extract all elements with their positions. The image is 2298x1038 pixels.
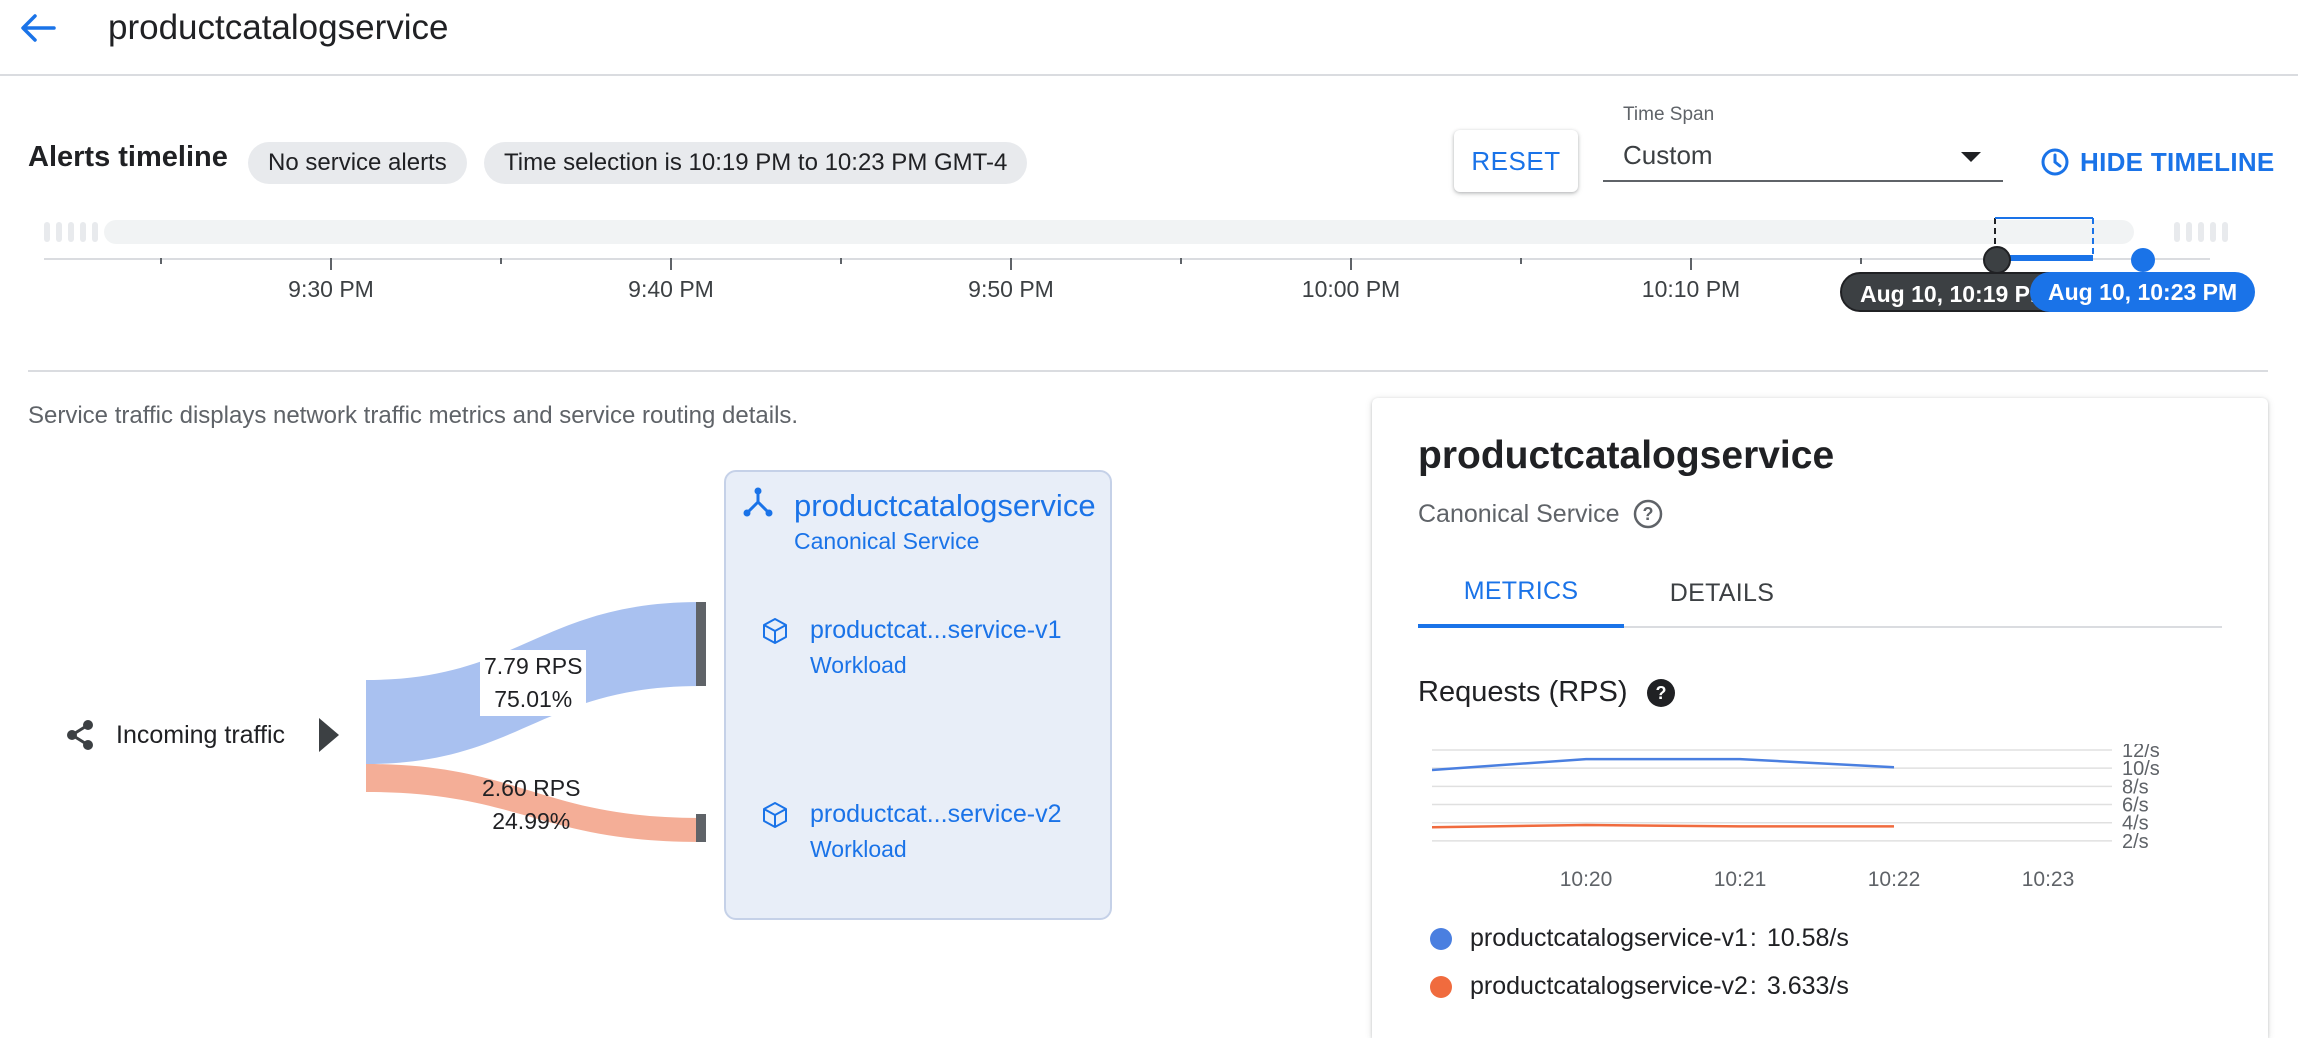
timeline-major-tick bbox=[1350, 258, 1352, 270]
share-icon bbox=[67, 720, 93, 750]
clock-icon bbox=[2041, 148, 2069, 176]
service-alerts-chip: No service alerts bbox=[248, 142, 467, 184]
workload-v1-type: Workload bbox=[810, 652, 907, 678]
expand-arrow-icon bbox=[319, 718, 340, 752]
alerts-timeline-title: Alerts timeline bbox=[28, 141, 228, 173]
requests-line-chart: 12/s10/s8/s6/s4/s2/s10:20 10:21 10:22 10:23 bbox=[1432, 744, 2160, 891]
timeline-track[interactable] bbox=[104, 220, 2134, 244]
workload-cube-icon bbox=[763, 618, 787, 644]
chart-x-tick-label: 10:23 bbox=[2022, 868, 2075, 891]
flow-v2-rps: 2.60 RPS bbox=[482, 775, 581, 801]
incoming-traffic-label: Incoming traffic bbox=[116, 720, 286, 749]
section-divider bbox=[28, 370, 2268, 372]
chart-y-tick-label: 2/s bbox=[2122, 831, 2149, 853]
panel-subtitle: Canonical Service ? bbox=[1418, 498, 1664, 530]
timeline-tick-label: 10:10 PM bbox=[1641, 276, 1741, 302]
timeline-tick-label: 10:00 PM bbox=[1301, 276, 1401, 302]
page-header: productcatalogservice bbox=[0, 0, 2298, 76]
timeline-axis bbox=[44, 258, 2210, 260]
timeline-tick-label: 9:50 PM bbox=[968, 276, 1054, 302]
flow-v2-endcap bbox=[696, 814, 706, 842]
legend-name-v1: productcatalogservice-v1 bbox=[1470, 924, 1748, 952]
canonical-service-node[interactable]: productcatalogservice Canonical Service … bbox=[724, 470, 1112, 920]
flow-v1-pct: 75.01% bbox=[494, 686, 573, 712]
svg-text:?: ? bbox=[1642, 504, 1653, 524]
legend-colon-v1: : bbox=[1749, 924, 1757, 952]
timeline-tick-label: 9:40 PM bbox=[628, 276, 714, 302]
legend-dot-v2 bbox=[1430, 975, 1452, 998]
back-button[interactable] bbox=[14, 6, 62, 50]
timeline-major-tick bbox=[670, 258, 672, 270]
dropdown-caret-icon bbox=[1961, 152, 1981, 162]
flow-v2-pct: 24.99% bbox=[492, 808, 571, 834]
timeline-minor-tick bbox=[1180, 258, 1182, 264]
page-title: productcatalogservice bbox=[108, 8, 449, 47]
timeline-minor-tick bbox=[500, 258, 502, 264]
workload-v1-name[interactable]: productcat...service-v1 bbox=[810, 616, 1062, 645]
panel-subtitle-text: Canonical Service bbox=[1418, 499, 1620, 528]
reset-button[interactable]: RESET bbox=[1454, 130, 1578, 192]
legend-item-v2: productcatalogservice-v2: 3.633/s bbox=[1430, 972, 1849, 1001]
hide-timeline-button[interactable]: HIDE TIMELINE bbox=[2040, 140, 2275, 184]
legend-dot-v1 bbox=[1430, 927, 1452, 950]
workload-v2-type: Workload bbox=[810, 836, 907, 862]
time-span-value: Custom bbox=[1623, 140, 1713, 170]
service-details-panel: productcatalogservice Canonical Service … bbox=[1372, 398, 2268, 1038]
legend-item-v1: productcatalogservice-v1: 10.58/s bbox=[1430, 924, 1849, 953]
tab-metrics[interactable]: METRICS bbox=[1418, 558, 1624, 628]
timeline-major-tick bbox=[330, 258, 332, 270]
chart-x-tick-label: 10:21 bbox=[1714, 868, 1767, 891]
time-span-label: Time Span bbox=[1623, 104, 1715, 125]
legend-value-v2: 3.633/s bbox=[1766, 972, 1849, 1000]
help-outline-icon[interactable]: ? bbox=[1632, 498, 1664, 530]
timeline-end-handle[interactable] bbox=[2131, 248, 2155, 272]
help-icon[interactable]: ? bbox=[1646, 678, 1676, 708]
flow-v1-rps-label: 7.79 RPS 75.01% bbox=[480, 650, 587, 716]
service-node-name[interactable]: productcatalogservice bbox=[794, 488, 1096, 524]
flow-v1-rps: 7.79 RPS bbox=[484, 653, 583, 679]
timeline-minor-tick bbox=[160, 258, 162, 264]
service-node-type: Canonical Service bbox=[794, 528, 980, 554]
timeline-left-fade bbox=[44, 222, 98, 242]
timeline-selection-range bbox=[1994, 217, 2094, 261]
workload-v2-name[interactable]: productcat...service-v2 bbox=[810, 800, 1062, 829]
timeline-start-handle[interactable] bbox=[1983, 246, 2011, 274]
chart-x-tick-label: 10:22 bbox=[1868, 868, 1921, 891]
tab-details[interactable]: DETAILS bbox=[1624, 558, 1820, 628]
chart-x-tick-label: 10:20 bbox=[1560, 868, 1613, 891]
timeline-major-tick bbox=[1690, 258, 1692, 270]
workload-cube-icon bbox=[763, 802, 787, 828]
svg-text:?: ? bbox=[1655, 683, 1666, 703]
requests-chart-title: Requests (RPS) ? bbox=[1418, 676, 1676, 709]
service-traffic-description: Service traffic displays network traffic… bbox=[28, 402, 799, 429]
panel-title: productcatalogservice bbox=[1418, 434, 1835, 477]
chart-series-line-2 bbox=[1432, 823, 1894, 829]
incoming-traffic-node[interactable]: Incoming traffic bbox=[64, 718, 340, 752]
timeline-minor-tick bbox=[840, 258, 842, 264]
hide-timeline-label: HIDE TIMELINE bbox=[2080, 146, 2275, 177]
flow-v2-rps-label: 2.60 RPS 24.99% bbox=[482, 772, 580, 838]
flow-v1-endcap bbox=[696, 602, 706, 686]
timeline-major-tick bbox=[1010, 258, 1012, 270]
timeline-minor-tick bbox=[1860, 258, 1862, 264]
alerts-timeline[interactable]: 9:30 PM 9:40 PM 9:50 PM 10:00 PM 10:10 P… bbox=[40, 214, 2256, 344]
legend-name-v2: productcatalogservice-v2 bbox=[1470, 972, 1748, 1000]
time-span-select[interactable]: Custom bbox=[1603, 134, 2003, 182]
timeline-tick-label: 9:30 PM bbox=[288, 276, 374, 302]
legend-colon-v2: : bbox=[1749, 972, 1757, 1000]
timeline-end-label[interactable]: Aug 10, 10:23 PM bbox=[2030, 272, 2256, 312]
legend-value-v1: 10.58/s bbox=[1766, 924, 1849, 952]
requests-title-text: Requests (RPS) bbox=[1418, 676, 1628, 708]
timeline-minor-tick bbox=[1520, 258, 1522, 264]
arrow-back-icon bbox=[21, 14, 56, 42]
canonical-service-icon bbox=[743, 487, 773, 517]
panel-tabs: METRICS DETAILS bbox=[1418, 558, 2222, 628]
time-selection-chip: Time selection is 10:19 PM to 10:23 PM G… bbox=[484, 142, 1028, 184]
